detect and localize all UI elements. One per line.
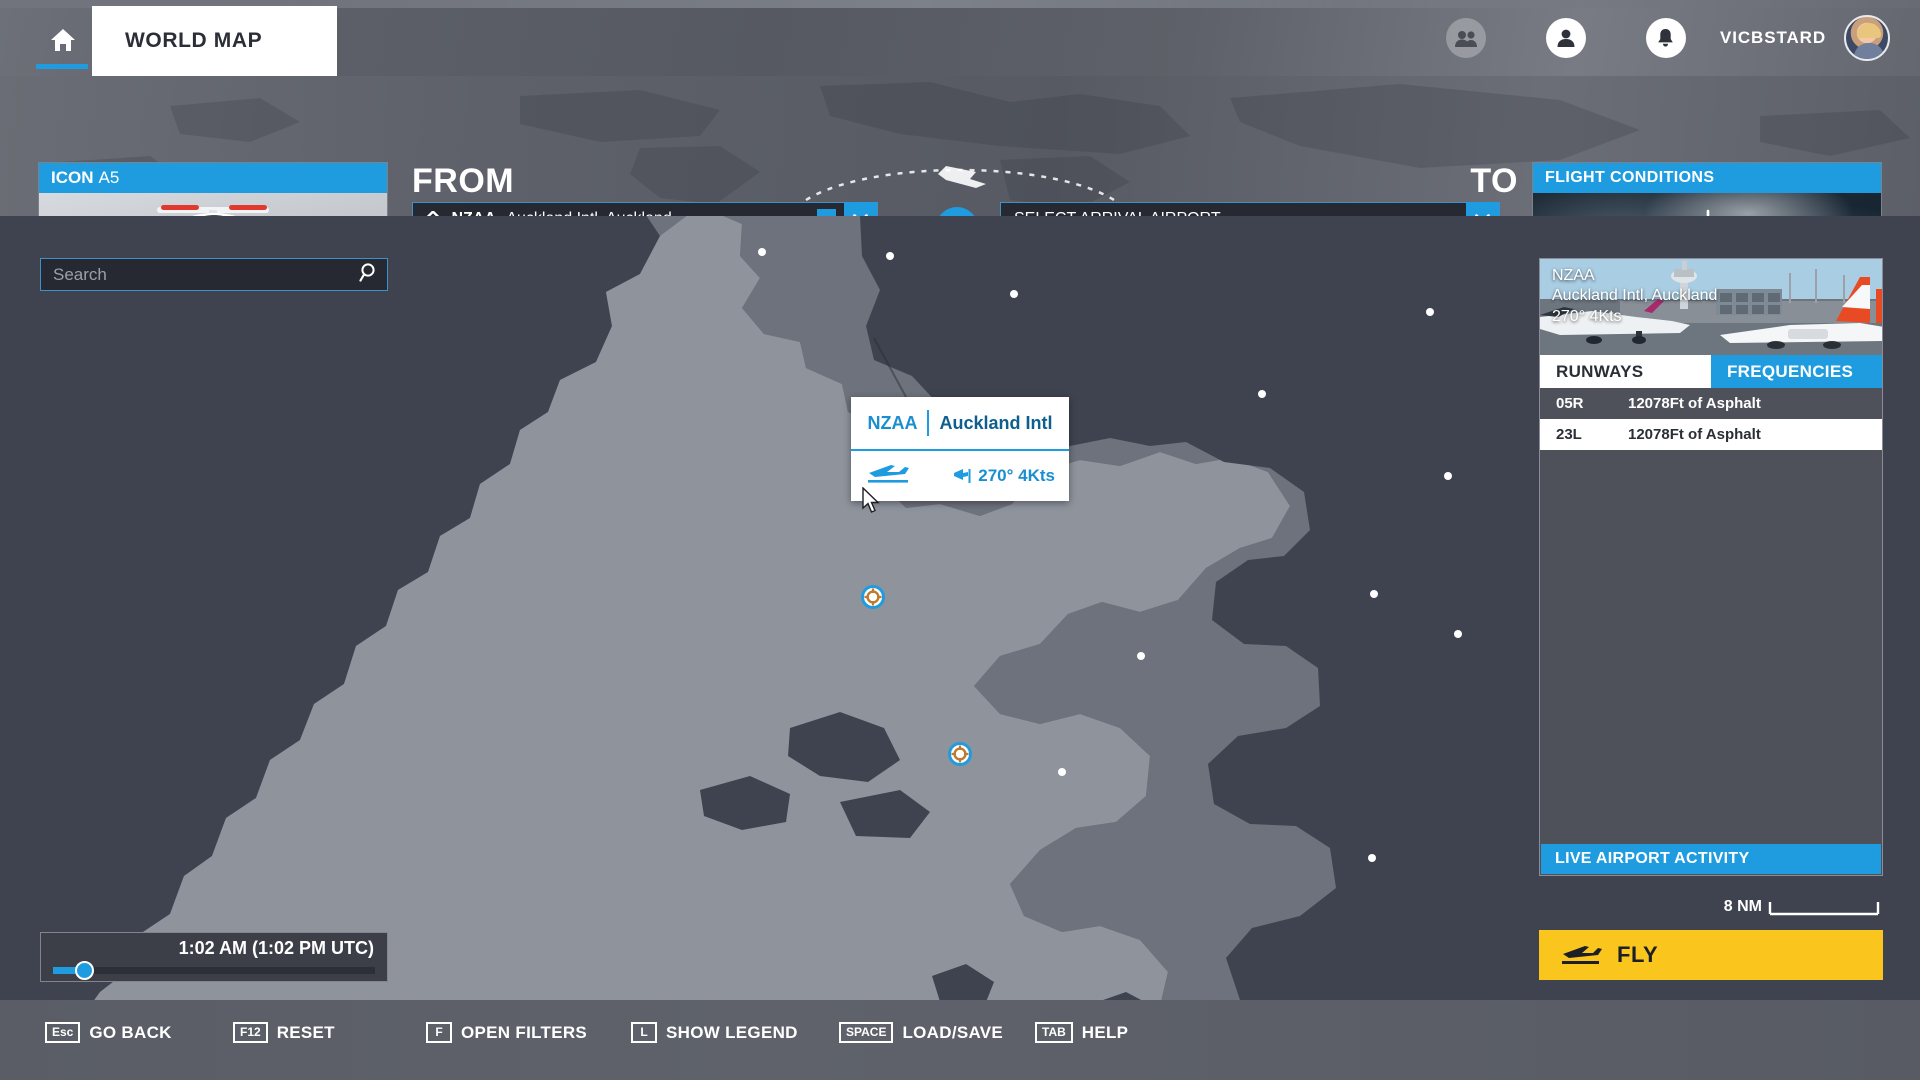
runway-detail: 12078Ft of Asphalt bbox=[1628, 395, 1761, 412]
map-marker-departure[interactable] bbox=[860, 584, 886, 610]
home-icon bbox=[51, 29, 75, 51]
tooltip-header: NZAA Auckland Intl bbox=[851, 397, 1069, 449]
airport-hover-tooltip[interactable]: NZAA Auckland Intl 270° 4Kts bbox=[851, 397, 1069, 501]
flight-conditions-card[interactable]: FLIGHT CONDITIONS bbox=[1532, 162, 1882, 216]
notifications-button[interactable] bbox=[1616, 18, 1716, 58]
from-label: FROM bbox=[412, 162, 515, 200]
tab-runways[interactable]: RUNWAYS bbox=[1540, 355, 1711, 388]
search-input[interactable]: Search bbox=[40, 258, 388, 291]
hotkey-cap: F bbox=[426, 1022, 452, 1044]
top-bar-actions: VICBSTARD bbox=[1416, 0, 1890, 76]
swap-departure-arrival-button[interactable] bbox=[936, 207, 978, 216]
hotkey-label: RESET bbox=[276, 1022, 335, 1042]
windsock-icon bbox=[954, 469, 971, 483]
live-airport-activity-button[interactable]: LIVE AIRPORT ACTIVITY bbox=[1541, 844, 1881, 874]
map-scale-indicator: 8 NM bbox=[1724, 898, 1880, 916]
search-icon[interactable] bbox=[359, 262, 376, 287]
takeoff-plane-icon bbox=[1562, 946, 1602, 964]
bell-icon bbox=[1658, 29, 1674, 47]
home-active-indicator bbox=[36, 64, 88, 69]
top-navigation-bar: WORLD MAP VICBSTARD bbox=[0, 0, 1920, 76]
airport-photo: NZAA Auckland Intl, Auckland 270° 4Kts bbox=[1540, 259, 1882, 355]
runway-detail: 12078Ft of Asphalt bbox=[1628, 426, 1761, 443]
username-label: VICBSTARD bbox=[1719, 28, 1826, 47]
mouse-cursor-icon bbox=[862, 487, 880, 513]
slider-track[interactable] bbox=[53, 967, 375, 974]
flight-conditions-title: FLIGHT CONDITIONS bbox=[1533, 163, 1881, 193]
tab-world-map[interactable]: WORLD MAP bbox=[92, 6, 337, 76]
search-placeholder: Search bbox=[53, 264, 107, 284]
runway-id: 05R bbox=[1556, 395, 1584, 412]
map-marker-airport-nzaa[interactable] bbox=[947, 741, 973, 767]
map-scale-label: 8 NM bbox=[1723, 898, 1762, 915]
time-label: 1:02 AM (1:02 PM UTC) bbox=[178, 938, 374, 958]
hotkey-open-filters[interactable]: F OPEN FILTERS bbox=[426, 1022, 631, 1044]
hotkey-help[interactable]: TAB HELP bbox=[1035, 1022, 1129, 1044]
hotkey-label: OPEN FILTERS bbox=[461, 1022, 588, 1042]
profile-icon bbox=[1557, 29, 1575, 47]
friends-icon bbox=[1454, 30, 1477, 47]
table-row[interactable]: 05R 12078Ft of Asphalt bbox=[1540, 388, 1882, 419]
sun-behind-cloud-icon bbox=[1706, 209, 1710, 216]
airport-panel-tabs: RUNWAYS FREQUENCIES bbox=[1540, 355, 1882, 388]
world-map-screen: WORLD MAP VICBSTARD ICON A5 FROM TO FLIG… bbox=[0, 0, 1920, 1080]
from-to-selectors: FROM TO NZAA Auckland Intl, Auckland x bbox=[400, 162, 1530, 216]
aircraft-brand: ICON bbox=[51, 168, 94, 187]
hotkey-cap: TAB bbox=[1035, 1022, 1073, 1044]
profile-button[interactable] bbox=[1516, 18, 1616, 58]
tooltip-details: 270° 4Kts bbox=[851, 451, 1069, 501]
aircraft-illustration-icon bbox=[157, 205, 269, 216]
hotkey-label: HELP bbox=[1081, 1022, 1129, 1042]
tooltip-wind: 270° 4Kts bbox=[952, 466, 1055, 486]
scale-bar-icon bbox=[1768, 902, 1880, 916]
airport-info-panel: NZAA Auckland Intl, Auckland 270° 4Kts R… bbox=[1539, 258, 1883, 876]
hotkey-show-legend[interactable]: L SHOW LEGEND bbox=[631, 1022, 839, 1044]
flight-selection-bar: ICON A5 FROM TO FLIGHT CONDITIONS bbox=[0, 76, 1920, 216]
departure-airport-chevron-down-icon[interactable] bbox=[844, 202, 877, 216]
to-label: TO bbox=[1470, 162, 1518, 200]
hotkey-bar: Esc GO BACK F12 RESET F OPEN FILTERS L S… bbox=[0, 1000, 1920, 1080]
clear-departure-button[interactable]: x bbox=[817, 209, 836, 216]
aircraft-thumbnail bbox=[39, 193, 387, 216]
hotkey-label: GO BACK bbox=[89, 1022, 172, 1042]
fly-button[interactable]: FLY bbox=[1539, 930, 1883, 980]
airport-photo-overlay-text: NZAA Auckland Intl, Auckland 270° 4Kts bbox=[1552, 266, 1717, 327]
slider-handle[interactable] bbox=[74, 961, 94, 980]
flight-conditions-thumbnail bbox=[1533, 193, 1881, 216]
airport-panel-wind: 270° 4Kts bbox=[1552, 307, 1622, 325]
departure-airport-field[interactable]: NZAA Auckland Intl, Auckland x bbox=[412, 202, 878, 216]
live-airport-activity-label: LIVE AIRPORT ACTIVITY bbox=[1555, 850, 1750, 867]
tab-frequencies[interactable]: FREQUENCIES bbox=[1711, 355, 1882, 388]
hotkey-load-save[interactable]: SPACE LOAD/SAVE bbox=[839, 1022, 1035, 1044]
tooltip-icao: NZAA bbox=[867, 412, 918, 433]
table-row[interactable]: 23L 12078Ft of Asphalt bbox=[1540, 419, 1882, 450]
hotkey-reset[interactable]: F12 RESET bbox=[233, 1022, 426, 1044]
runway-id: 23L bbox=[1556, 426, 1582, 443]
arrival-airport-chevron-down-icon[interactable] bbox=[1466, 202, 1499, 216]
avatar[interactable] bbox=[1844, 15, 1890, 61]
tab-world-map-label: WORLD MAP bbox=[125, 29, 263, 52]
hotkey-list: Esc GO BACK F12 RESET F OPEN FILTERS L S… bbox=[45, 1022, 1129, 1044]
hotkey-cap: Esc bbox=[45, 1022, 81, 1044]
fly-button-label: FLY bbox=[1617, 942, 1659, 967]
airport-panel-body bbox=[1540, 620, 1882, 842]
arrival-airport-field[interactable]: SELECT ARRIVAL AIRPORT bbox=[1000, 202, 1500, 216]
hotkey-cap: SPACE bbox=[839, 1022, 894, 1044]
aircraft-card-header: ICON A5 bbox=[39, 163, 387, 193]
tooltip-wind-value: 270° 4Kts bbox=[978, 466, 1055, 485]
airport-panel-icao: NZAA bbox=[1552, 267, 1595, 284]
hotkey-label: SHOW LEGEND bbox=[666, 1022, 798, 1042]
hotkey-label: LOAD/SAVE bbox=[902, 1022, 1004, 1042]
hotkey-cap: F12 bbox=[233, 1022, 268, 1044]
airport-panel-name: Auckland Intl, Auckland bbox=[1552, 287, 1718, 305]
aircraft-card[interactable]: ICON A5 bbox=[38, 162, 388, 216]
tooltip-airport-name: Auckland Intl bbox=[939, 412, 1053, 433]
hotkey-go-back[interactable]: Esc GO BACK bbox=[45, 1022, 233, 1044]
friends-button[interactable] bbox=[1416, 18, 1516, 58]
time-of-day-slider[interactable]: 1:02 AM (1:02 PM UTC) bbox=[40, 932, 388, 982]
hotkey-cap: L bbox=[631, 1022, 657, 1044]
aircraft-model: A5 bbox=[98, 168, 120, 187]
